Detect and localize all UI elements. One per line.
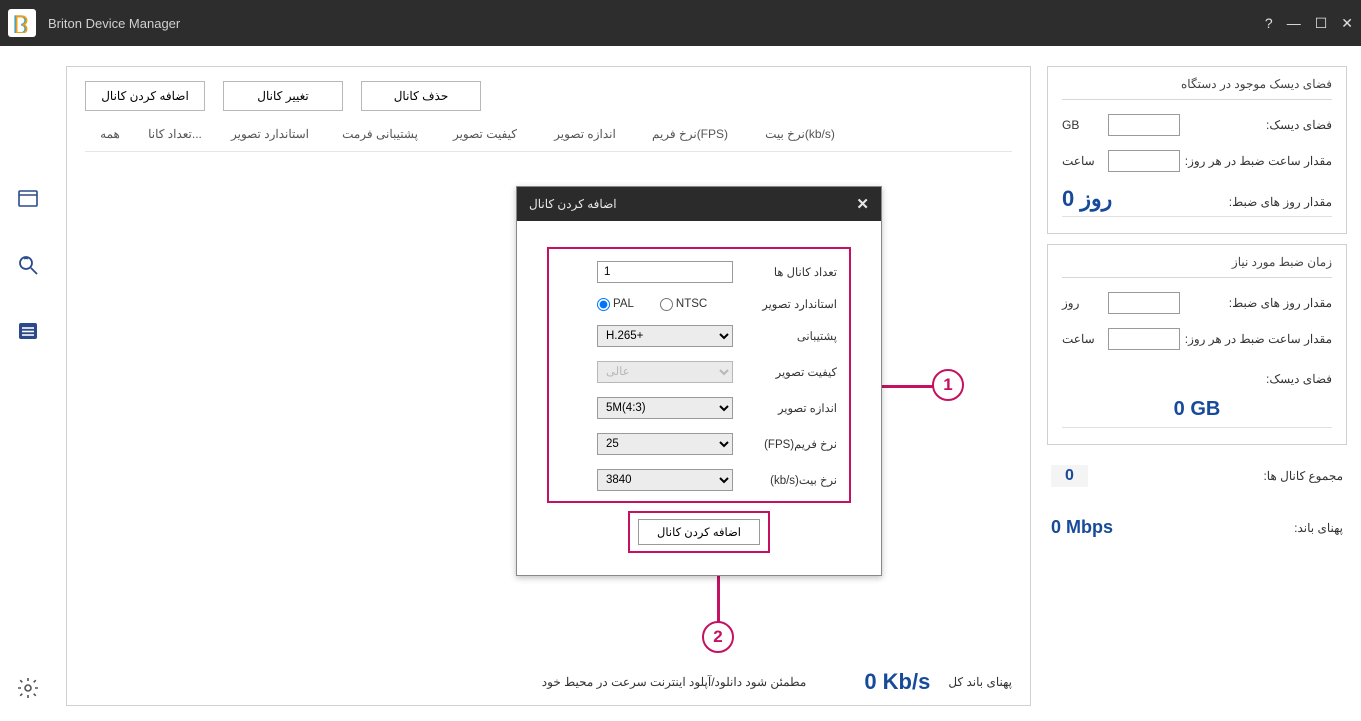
bitrate-label: نرخ بیت(kb/s) (739, 473, 837, 487)
edit-channel-button[interactable]: تغییر کانال (223, 81, 343, 111)
size-select[interactable]: 5M(4:3) (597, 397, 733, 419)
help-icon[interactable]: ? (1265, 15, 1273, 31)
col-fps: نرخ فریم(FPS) (635, 127, 745, 141)
quality-select: عالی (597, 361, 733, 383)
maximize-icon[interactable]: ☐ (1315, 15, 1328, 32)
rec-hours2-label: مقدار ساعت ضبط در هر روز: (1180, 332, 1332, 346)
col-image-size: اندازه تصویر (535, 127, 635, 141)
delete-channel-button[interactable]: حذف کانال (361, 81, 481, 111)
day-unit: روز (1062, 296, 1100, 310)
rec-days-value: 0 روز (1062, 186, 1112, 212)
add-channel-modal: اضافه کردن کانال ✕ تعداد کانال ها استاند… (516, 186, 882, 576)
col-channel-count: تعداد کانا... (135, 127, 215, 141)
col-bitrate: نرخ بیت(kb/s) (745, 127, 855, 141)
col-image-standard: استاندارد تصویر (215, 127, 325, 141)
size-label: اندازه تصویر (739, 401, 837, 415)
disk-space-label: فضای دیسک: (1180, 118, 1332, 132)
image-standard-label: استاندارد تصویر (739, 297, 837, 311)
titlebar: Briton Device Manager ? — ☐ ✕ (0, 0, 1361, 46)
app-title: Briton Device Manager (48, 16, 1265, 31)
col-all[interactable]: همه (85, 127, 135, 141)
support-select[interactable]: H.265+ (597, 325, 733, 347)
radio-ntsc[interactable]: NTSC (660, 298, 707, 311)
annotation-box-1: تعداد کانال ها استاندارد تصویر PAL NTSC … (547, 247, 851, 503)
col-image-quality: کیفیت تصویر (435, 127, 535, 141)
section-rec-time: زمان ضبط مورد نیاز مقدار روز های ضبط: رو… (1047, 244, 1347, 445)
modal-close-icon[interactable]: ✕ (856, 195, 869, 213)
annotation-box-2: اضافه کردن کانال (628, 511, 770, 553)
search-icon[interactable] (15, 252, 41, 278)
column-headers: همه تعداد کانا... استاندارد تصویر پشتیبا… (85, 117, 1012, 152)
radio-pal[interactable]: PAL (597, 298, 634, 311)
support-label: پشتیبانی (739, 329, 837, 343)
col-format-support: پشتیبانی فرمت (325, 127, 435, 141)
fps-select[interactable]: 25 (597, 433, 733, 455)
section-disk-title: فضای دیسک موجود در دستگاه (1062, 67, 1332, 100)
annotation-marker-2: 2 (702, 621, 734, 653)
channel-count-label: تعداد کانال ها (739, 265, 837, 279)
hour-unit-2: ساعت (1062, 332, 1100, 346)
rec-hours-input[interactable] (1108, 150, 1180, 172)
list-icon[interactable] (15, 318, 41, 344)
bandwidth-label: پهنای باند: (1113, 521, 1343, 535)
section-rec-title: زمان ضبط مورد نیاز (1062, 245, 1332, 278)
total-bandwidth-label: پهنای باند کل (948, 675, 1012, 689)
window-icon[interactable] (15, 186, 41, 212)
left-rail (0, 46, 56, 721)
disk-space2-label: فضای دیسک: (1062, 372, 1332, 386)
bitrate-select[interactable]: 3840 (597, 469, 733, 491)
rec-hours2-input[interactable] (1108, 328, 1180, 350)
minimize-icon[interactable]: — (1287, 15, 1301, 31)
hour-unit: ساعت (1062, 154, 1100, 168)
app-logo (8, 9, 36, 37)
rec-days2-label: مقدار روز های ضبط: (1180, 296, 1332, 310)
channel-count-input[interactable] (597, 261, 733, 283)
footer-bar: پهنای باند کل 0 Kb/s مطمئن شود دانلود/آپ… (85, 669, 1012, 695)
add-channel-button[interactable]: اضافه کردن کانال (85, 81, 205, 111)
rec-days2-input[interactable] (1108, 292, 1180, 314)
fps-label: نرخ فریم(FPS) (739, 437, 837, 451)
close-icon[interactable]: ✕ (1341, 15, 1353, 32)
rec-days-label: مقدار روز های ضبط: (1229, 195, 1332, 209)
section-disk-available: فضای دیسک موجود در دستگاه فضای دیسک: GB … (1047, 66, 1347, 234)
quality-label: کیفیت تصویر (739, 365, 837, 379)
disk-space2-value: 0 GB (1062, 392, 1332, 428)
total-channels-label: مجموع کانال ها: (1088, 469, 1343, 483)
modal-submit-button[interactable]: اضافه کردن کانال (638, 519, 760, 545)
total-channels-value: 0 (1051, 465, 1088, 487)
right-panel: فضای دیسک موجود در دستگاه فضای دیسک: GB … (1041, 46, 1361, 721)
rec-hours-label: مقدار ساعت ضبط در هر روز: (1180, 154, 1332, 168)
gear-icon[interactable] (15, 675, 41, 701)
total-bandwidth-value: 0 Kb/s (864, 669, 930, 695)
gb-unit: GB (1062, 118, 1100, 132)
footer-hint: مطمئن شود دانلود/آپلود اینترنت سرعت در م… (542, 675, 807, 689)
disk-space-input[interactable] (1108, 114, 1180, 136)
annotation-marker-1: 1 (932, 369, 964, 401)
modal-title: اضافه کردن کانال (529, 197, 617, 211)
bandwidth-value: 0 Mbps (1051, 517, 1113, 538)
